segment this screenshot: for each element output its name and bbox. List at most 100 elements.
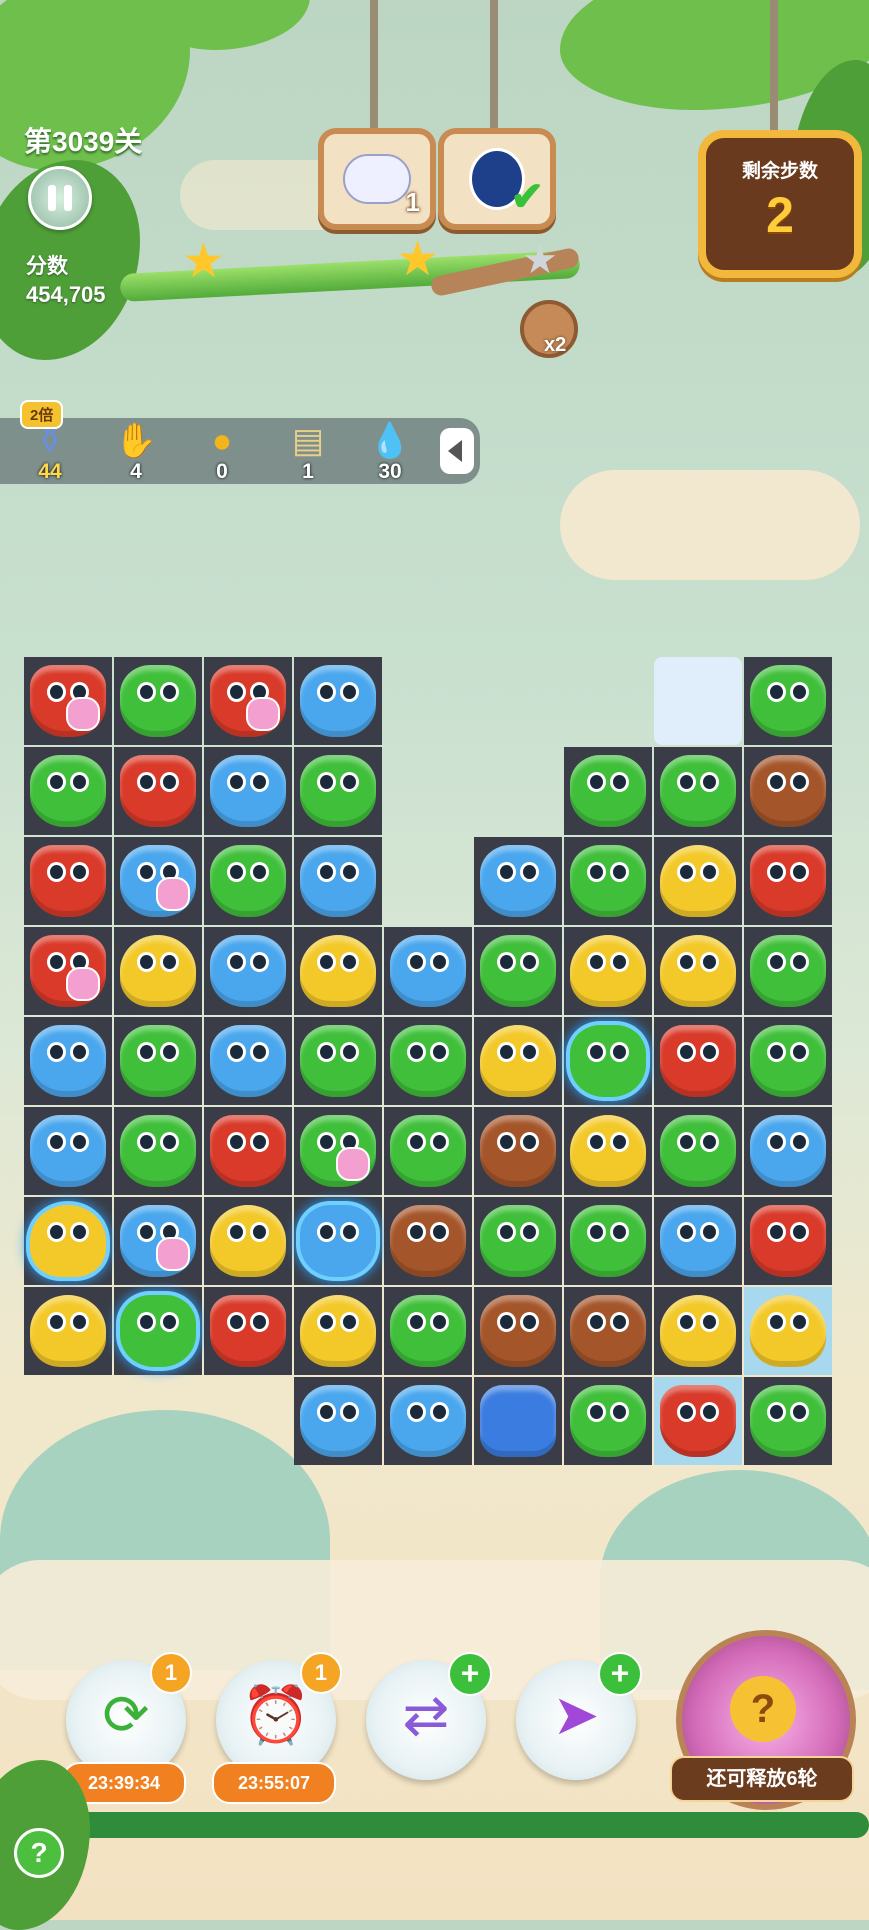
board-cell[interactable] bbox=[654, 747, 742, 835]
add-button[interactable]: + bbox=[598, 1652, 642, 1696]
chick-tile[interactable] bbox=[30, 1205, 106, 1277]
board-cell[interactable] bbox=[744, 837, 832, 925]
board-cell[interactable] bbox=[114, 1107, 202, 1195]
fox-tile[interactable] bbox=[30, 845, 106, 917]
fox-tile[interactable] bbox=[750, 1205, 826, 1277]
board-cell[interactable] bbox=[384, 1107, 472, 1195]
board-cell[interactable] bbox=[204, 657, 292, 745]
fox-tile[interactable] bbox=[120, 755, 196, 827]
snow-block[interactable] bbox=[654, 657, 742, 745]
pause-button[interactable] bbox=[28, 166, 92, 230]
fox-tile[interactable] bbox=[30, 935, 106, 1007]
frog-tile[interactable] bbox=[30, 755, 106, 827]
board-cell[interactable] bbox=[204, 837, 292, 925]
board-cell[interactable] bbox=[204, 927, 292, 1015]
frog-tile[interactable] bbox=[300, 1115, 376, 1187]
board-cell[interactable] bbox=[474, 1197, 562, 1285]
fox-tile[interactable] bbox=[210, 1115, 286, 1187]
frog-tile[interactable] bbox=[390, 1295, 466, 1367]
frog-tile[interactable] bbox=[570, 1205, 646, 1277]
blue-tile[interactable] bbox=[300, 665, 376, 737]
chick-tile[interactable] bbox=[660, 1295, 736, 1367]
board-cell[interactable] bbox=[564, 1197, 652, 1285]
chick-tile[interactable] bbox=[570, 1115, 646, 1187]
board-cell[interactable] bbox=[294, 1017, 382, 1105]
board-cell[interactable] bbox=[24, 927, 112, 1015]
board-cell[interactable] bbox=[744, 1107, 832, 1195]
board-cell[interactable] bbox=[114, 657, 202, 745]
fox-tile[interactable] bbox=[210, 1295, 286, 1367]
chick-tile[interactable] bbox=[210, 1205, 286, 1277]
chick-tile[interactable] bbox=[300, 1295, 376, 1367]
board-cell[interactable] bbox=[24, 837, 112, 925]
bear-tile[interactable] bbox=[750, 755, 826, 827]
bear-tile[interactable] bbox=[570, 1295, 646, 1367]
frog-tile[interactable] bbox=[570, 755, 646, 827]
board-cell[interactable] bbox=[294, 1377, 382, 1465]
blue-tile[interactable] bbox=[30, 1025, 106, 1097]
powerup-shuffle[interactable]: ⟳ 1 23:39:34 bbox=[62, 1652, 192, 1804]
board-cell[interactable] bbox=[744, 657, 832, 745]
board-cell[interactable] bbox=[294, 1107, 382, 1195]
frog-tile[interactable] bbox=[300, 1025, 376, 1097]
booster-glove[interactable]: ✋ 4 bbox=[96, 418, 176, 484]
blue-tile[interactable] bbox=[120, 845, 196, 917]
blue-tile[interactable] bbox=[30, 1115, 106, 1187]
board-cell[interactable] bbox=[204, 1017, 292, 1105]
blue-tile[interactable] bbox=[660, 1205, 736, 1277]
powerup-rocket[interactable]: ➤ + bbox=[516, 1652, 642, 1780]
frog-tile[interactable] bbox=[120, 1025, 196, 1097]
board-cell[interactable] bbox=[654, 1017, 742, 1105]
booster-map[interactable]: ▤ 1 bbox=[268, 418, 348, 484]
board-cell[interactable] bbox=[384, 1017, 472, 1105]
blue-tile[interactable] bbox=[210, 1025, 286, 1097]
chick-tile[interactable] bbox=[300, 935, 376, 1007]
powerup-swap[interactable]: ⇄ + bbox=[366, 1652, 492, 1780]
board-cell[interactable] bbox=[114, 927, 202, 1015]
fox-tile[interactable] bbox=[750, 845, 826, 917]
board-cell[interactable] bbox=[294, 837, 382, 925]
board-cell[interactable] bbox=[654, 1197, 742, 1285]
board-cell[interactable] bbox=[384, 1197, 472, 1285]
frog-tile[interactable] bbox=[570, 1385, 646, 1457]
board-cell[interactable] bbox=[204, 1197, 292, 1285]
frog-tile[interactable] bbox=[570, 845, 646, 917]
board-cell[interactable] bbox=[744, 747, 832, 835]
collapse-arrow-icon[interactable] bbox=[440, 428, 474, 474]
board-cell[interactable] bbox=[384, 927, 472, 1015]
board-cell[interactable] bbox=[294, 1287, 382, 1375]
fox-tile[interactable] bbox=[210, 665, 286, 737]
frog-tile[interactable] bbox=[750, 1385, 826, 1457]
board-cell[interactable] bbox=[114, 1197, 202, 1285]
blue-tile[interactable] bbox=[300, 1385, 376, 1457]
blue-tile[interactable] bbox=[300, 1205, 376, 1277]
flower-tile[interactable] bbox=[480, 1385, 556, 1457]
chick-tile[interactable] bbox=[480, 1025, 556, 1097]
frog-tile[interactable] bbox=[750, 1025, 826, 1097]
board-cell[interactable] bbox=[24, 1287, 112, 1375]
board-cell[interactable] bbox=[564, 747, 652, 835]
booster-golden-ball[interactable]: ● 0 bbox=[182, 418, 262, 484]
board-cell[interactable] bbox=[24, 1197, 112, 1285]
board-cell[interactable] bbox=[474, 1377, 562, 1465]
board-cell[interactable] bbox=[24, 657, 112, 745]
frog-tile[interactable] bbox=[120, 665, 196, 737]
frog-tile[interactable] bbox=[660, 755, 736, 827]
board-cell[interactable] bbox=[24, 1017, 112, 1105]
bear-tile[interactable] bbox=[390, 1205, 466, 1277]
board-cell[interactable] bbox=[564, 1287, 652, 1375]
frog-tile[interactable] bbox=[480, 1205, 556, 1277]
board-cell[interactable] bbox=[564, 837, 652, 925]
board-cell[interactable] bbox=[474, 927, 562, 1015]
frog-tile[interactable] bbox=[120, 1115, 196, 1187]
frog-tile[interactable] bbox=[390, 1115, 466, 1187]
board-cell[interactable] bbox=[744, 1197, 832, 1285]
fox-tile[interactable] bbox=[660, 1025, 736, 1097]
chick-tile[interactable] bbox=[660, 935, 736, 1007]
frog-tile[interactable] bbox=[120, 1295, 196, 1367]
board-cell[interactable] bbox=[294, 747, 382, 835]
blue-tile[interactable] bbox=[120, 1205, 196, 1277]
board-cell[interactable] bbox=[294, 927, 382, 1015]
board-cell[interactable] bbox=[294, 657, 382, 745]
board-cell[interactable] bbox=[654, 1377, 742, 1465]
